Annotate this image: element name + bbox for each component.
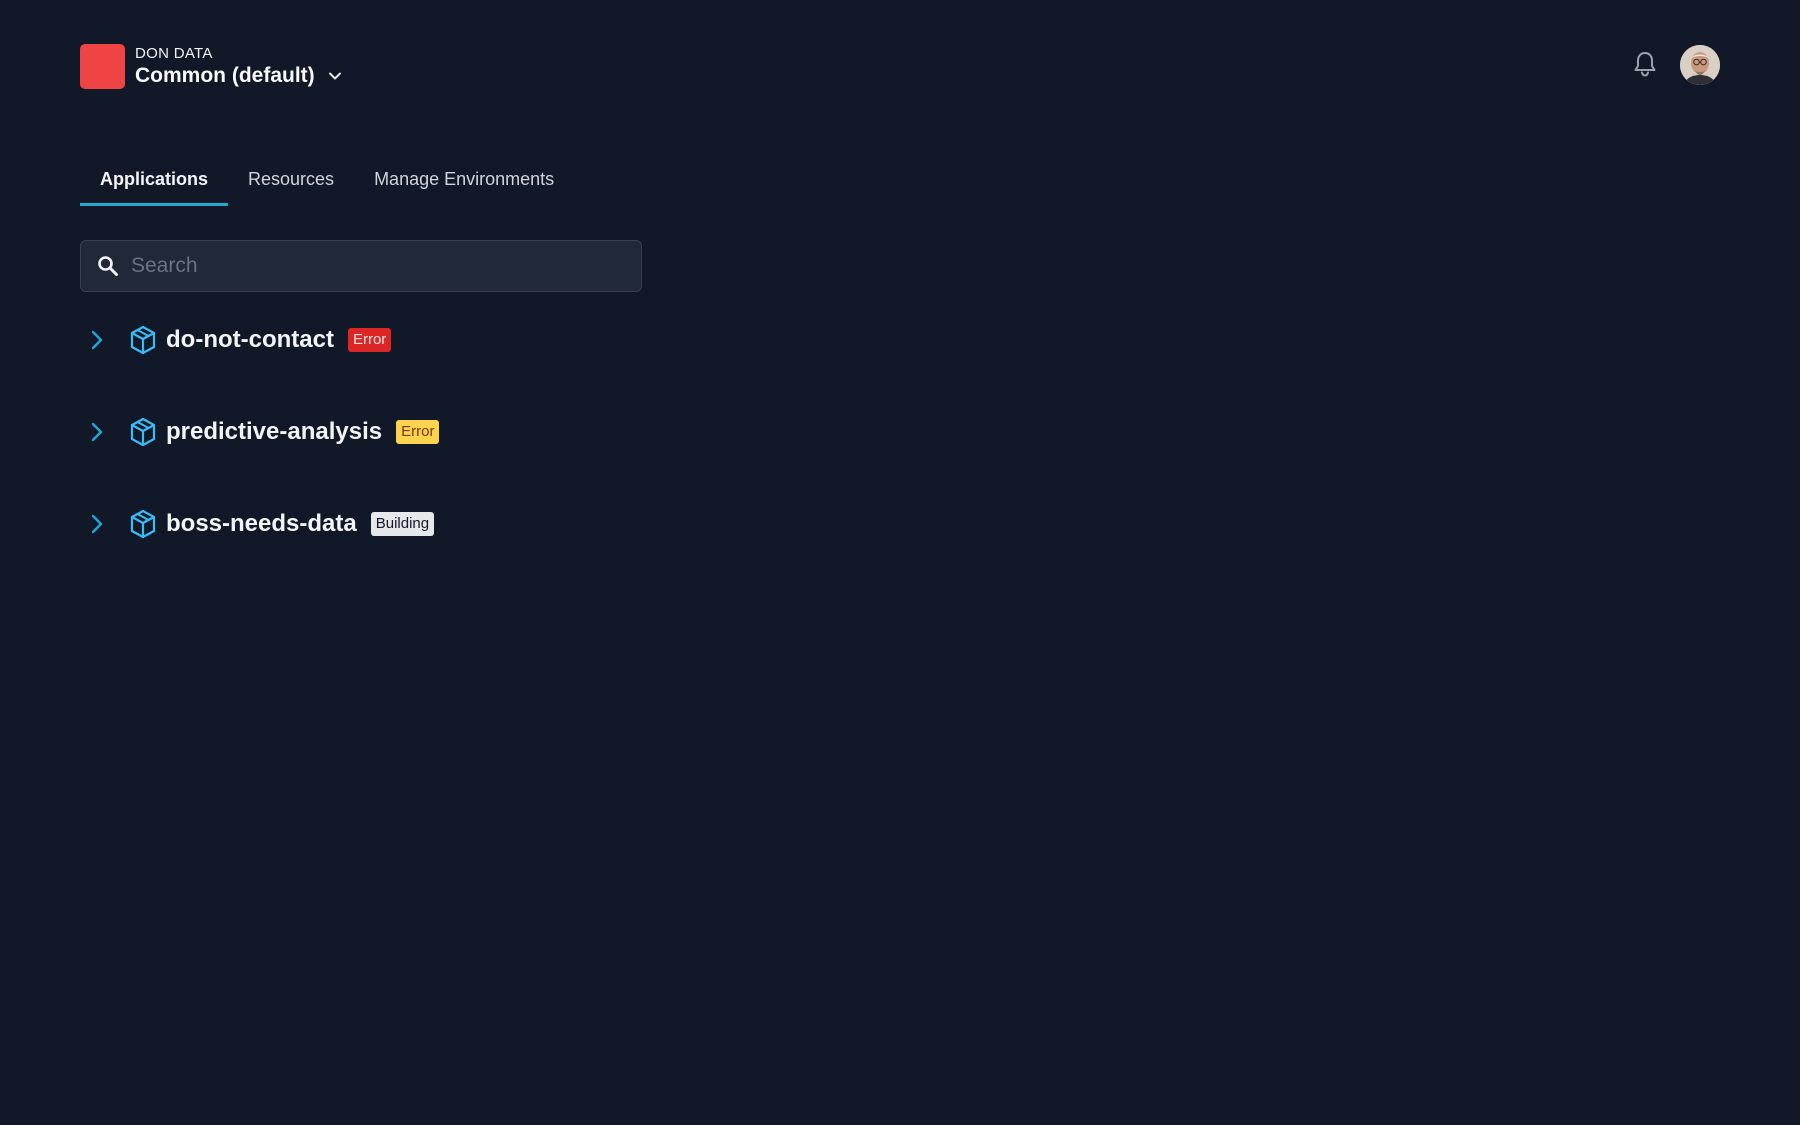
status-badge: Error [347,328,392,352]
list-item[interactable]: do-not-contact Error [80,318,439,362]
org-name: DON DATA [135,44,213,62]
app-page: DON DATA Common (default) Applications R… [0,0,1800,1125]
app-name[interactable]: predictive-analysis [166,418,382,446]
status-badge: Building [370,512,435,536]
cube-icon [128,509,158,539]
chevron-right-icon[interactable] [84,327,110,353]
application-list: do-not-contact Error predictive-analysis… [80,318,440,594]
avatar[interactable] [1680,45,1720,85]
environment-row: Common (default) [135,63,343,89]
app-name[interactable]: do-not-contact [166,326,334,354]
chevron-down-icon[interactable] [327,68,343,84]
cube-icon [128,325,158,355]
search-input[interactable] [131,246,611,286]
org-text: DON DATA Common (default) [135,45,343,89]
bell-icon[interactable] [1630,48,1660,80]
list-item[interactable]: predictive-analysis Error [80,410,440,454]
org-logo [80,44,125,89]
status-badge: Error [396,420,440,444]
tab-applications[interactable]: Applications [80,152,229,206]
chevron-right-icon[interactable] [84,511,110,537]
search-box [80,240,642,292]
tab-resources[interactable]: Resources [228,152,354,206]
environment-switcher[interactable]: DON DATA Common (default) [80,44,343,89]
search-icon [97,255,119,277]
cube-icon [128,417,158,447]
chevron-right-icon[interactable] [84,419,110,445]
environment-name: Common (default) [135,63,315,87]
tab-bar: Applications Resources Manage Environmen… [80,152,574,206]
tab-manage-environments[interactable]: Manage Environments [354,152,574,206]
app-name[interactable]: boss-needs-data [166,510,357,538]
list-item[interactable]: boss-needs-data Building [80,502,439,546]
